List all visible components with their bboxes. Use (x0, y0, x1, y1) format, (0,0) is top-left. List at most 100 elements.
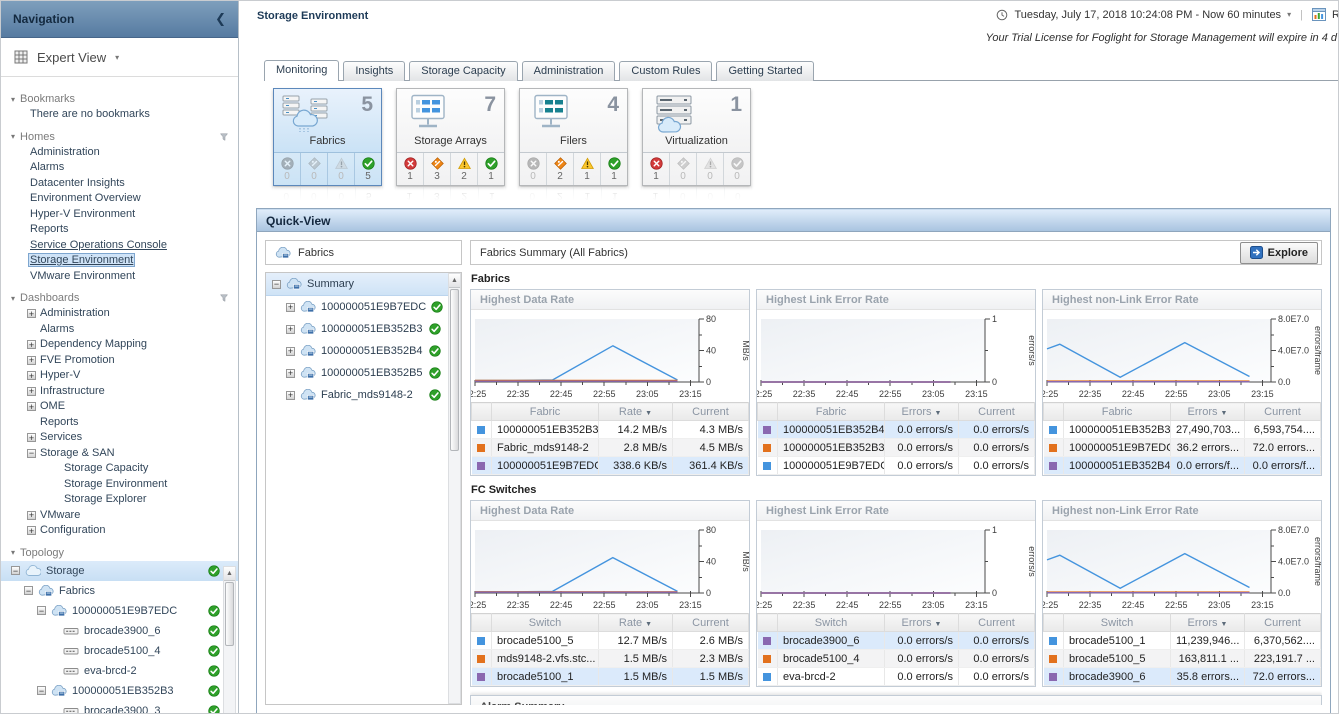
fabric-tree-item-100000051e9b7edc[interactable]: +100000051E9B7EDC (266, 296, 461, 318)
nav-item-storage-explorer[interactable]: Storage Explorer (1, 492, 238, 508)
tile-storage-arrays[interactable]: 7Storage Arrays1321 (396, 88, 505, 186)
table-row[interactable]: brocade5100_111,239,946...6,370,562.... (1044, 632, 1321, 650)
reports-link[interactable]: Re (1332, 9, 1339, 21)
scroll-up-icon[interactable]: ▲ (224, 567, 235, 581)
table-row[interactable]: 100000051E9B7EDC338.6 KB/s361.4 KB/s (472, 457, 749, 475)
nav-item-fve-promotion[interactable]: +FVE Promotion (1, 353, 238, 369)
nav-item-administration[interactable]: +Administration (1, 306, 238, 322)
table-row[interactable]: brocade5100_40.0 errors/s0.0 errors/s (758, 650, 1035, 668)
column-header-fabric[interactable]: Fabric (778, 403, 885, 421)
explore-button[interactable]: Explore (1240, 242, 1318, 264)
topology-scrollbar[interactable]: ▲ (223, 566, 236, 714)
nav-item-hyper-v[interactable]: +Hyper-V (1, 368, 238, 384)
nav-item-dependency-mapping[interactable]: +Dependency Mapping (1, 337, 238, 353)
nav-item-configuration[interactable]: +Configuration (1, 523, 238, 539)
column-header-rate[interactable]: Rate▼ (599, 614, 673, 632)
topology-node-brocade5100-4[interactable]: brocade5100_4 (1, 641, 238, 661)
topology-node-brocade3900-6[interactable]: brocade3900_6 (1, 621, 238, 641)
tile-filers[interactable]: 4Filers0211 (519, 88, 628, 186)
chevron-down-icon[interactable]: ▾ (1287, 10, 1291, 19)
column-header-current[interactable]: Current (1245, 614, 1321, 632)
column-header-rate[interactable]: Rate▼ (599, 403, 673, 421)
column-header-switch[interactable]: Switch (1064, 614, 1171, 632)
fabric-tree-item-summary[interactable]: −Summary (266, 273, 461, 296)
nav-item-storage-san[interactable]: −Storage & SAN (1, 446, 238, 462)
expander-icon[interactable]: + (27, 526, 36, 535)
expander-icon[interactable]: + (27, 402, 36, 411)
nav-item-vmware-environment[interactable]: VMware Environment (1, 269, 238, 285)
tab-storage-capacity[interactable]: Storage Capacity (409, 61, 517, 81)
table-row[interactable]: brocade5100_5163,811.1 ...223,191.7 ... (1044, 650, 1321, 668)
nav-item-storage-environment[interactable]: Storage Environment (1, 253, 238, 269)
topology-section-header[interactable]: ▾ Topology (1, 545, 238, 561)
column-header-switch[interactable]: Switch (778, 614, 885, 632)
column-header-switch[interactable]: Switch (492, 614, 599, 632)
table-row[interactable]: 100000051E9B7EDC0.0 errors/s0.0 errors/s (758, 457, 1035, 475)
fabric-tree-item-100000051eb352b4[interactable]: +100000051EB352B4 (266, 340, 461, 362)
expander-icon[interactable]: + (27, 433, 36, 442)
table-row[interactable]: 100000051EB352B40.0 errors/f...0.0 error… (1044, 457, 1321, 475)
dashboards-section-header[interactable]: ▾ Dashboards (1, 290, 238, 306)
nav-item-hyper-v-environment[interactable]: Hyper-V Environment (1, 207, 238, 223)
expander-icon[interactable]: + (27, 511, 36, 520)
expander-icon[interactable]: + (27, 371, 36, 380)
table-row[interactable]: brocade3900_60.0 errors/s0.0 errors/s (758, 632, 1035, 650)
nav-item-infrastructure[interactable]: +Infrastructure (1, 384, 238, 400)
expander-icon[interactable]: − (11, 566, 20, 575)
expander-icon[interactable]: − (27, 449, 36, 458)
table-row[interactable]: brocade3900_635.8 errors...72.0 errors..… (1044, 668, 1321, 686)
tree-scrollbar[interactable]: ▲ (448, 273, 461, 704)
nav-item-alarms[interactable]: Alarms (1, 160, 238, 176)
scrollbar-thumb[interactable] (450, 289, 459, 451)
collapse-panel-icon[interactable]: ❮ (215, 11, 226, 27)
table-row[interactable]: Fabric_mds9148-22.8 MB/s4.5 MB/s (472, 439, 749, 457)
expander-icon[interactable]: + (27, 356, 36, 365)
nav-item-storage-capacity[interactable]: Storage Capacity (1, 461, 238, 477)
nav-item-reports[interactable]: Reports (1, 415, 238, 431)
column-header-fabric[interactable]: Fabric (492, 403, 599, 421)
expander-icon[interactable]: + (27, 340, 36, 349)
reports-icon[interactable] (1312, 8, 1326, 21)
table-row[interactable]: mds9148-2.vfs.stc...1.5 MB/s2.3 MB/s (472, 650, 749, 668)
view-switcher[interactable]: Expert View ▾ (1, 38, 238, 77)
topology-node-storage[interactable]: −Storage (1, 561, 238, 581)
scroll-up-icon[interactable]: ▲ (449, 274, 460, 288)
nav-item-administration[interactable]: Administration (1, 145, 238, 161)
column-header-current[interactable]: Current (1245, 403, 1321, 421)
expander-icon[interactable]: + (286, 303, 295, 312)
expander-icon[interactable]: + (286, 369, 295, 378)
nav-item-environment-overview[interactable]: Environment Overview (1, 191, 238, 207)
fabric-tree-item-100000051eb352b5[interactable]: +100000051EB352B5 (266, 362, 461, 384)
column-header-errors[interactable]: Errors▼ (885, 403, 959, 421)
nav-item-alarms[interactable]: Alarms (1, 322, 238, 338)
nav-item-services[interactable]: +Services (1, 430, 238, 446)
tab-monitoring[interactable]: Monitoring (264, 60, 339, 81)
scrollbar-thumb[interactable] (225, 582, 234, 646)
fabric-tree-item-fabric-mds9148-2[interactable]: +Fabric_mds9148-2 (266, 384, 461, 406)
table-row[interactable]: eva-brcd-20.0 errors/s0.0 errors/s (758, 668, 1035, 686)
topology-node-brocade3900-3[interactable]: brocade3900_3 (1, 701, 238, 714)
column-header-current[interactable]: Current (673, 614, 749, 632)
expander-icon[interactable]: − (37, 606, 46, 615)
nav-item-service-operations-console[interactable]: Service Operations Console (1, 238, 238, 254)
filter-icon[interactable] (220, 294, 228, 302)
table-row[interactable]: brocade5100_512.7 MB/s2.6 MB/s (472, 632, 749, 650)
table-row[interactable]: 100000051EB352B40.0 errors/s0.0 errors/s (758, 421, 1035, 439)
table-row[interactable]: 100000051EB352B30.0 errors/s0.0 errors/s (758, 439, 1035, 457)
expander-icon[interactable]: + (286, 347, 295, 356)
nav-item-storage-environment[interactable]: Storage Environment (1, 477, 238, 493)
expander-icon[interactable]: − (272, 280, 281, 289)
tab-administration[interactable]: Administration (522, 61, 616, 81)
nav-item-ome[interactable]: +OME (1, 399, 238, 415)
expander-icon[interactable]: − (37, 686, 46, 695)
column-header-errors[interactable]: Errors▼ (1171, 614, 1245, 632)
topology-node-100000051eb352b3[interactable]: −100000051EB352B3 (1, 681, 238, 701)
column-header-current[interactable]: Current (959, 614, 1035, 632)
tile-fabrics[interactable]: 5Fabrics0005 (273, 88, 382, 186)
topology-node-100000051e9b7edc[interactable]: −100000051E9B7EDC (1, 601, 238, 621)
expander-icon[interactable]: + (27, 387, 36, 396)
topology-node-fabrics[interactable]: −Fabrics (1, 581, 238, 601)
column-header-errors[interactable]: Errors▼ (885, 614, 959, 632)
table-row[interactable]: brocade5100_11.5 MB/s1.5 MB/s (472, 668, 749, 686)
homes-section-header[interactable]: ▾ Homes (1, 129, 238, 145)
